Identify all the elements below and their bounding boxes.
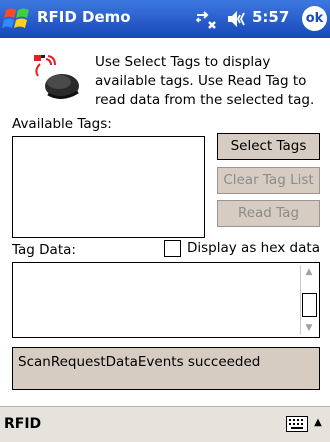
tag-data-textbox[interactable]: ▲ ▼ bbox=[12, 262, 320, 338]
tag-data-label: Tag Data: bbox=[12, 242, 76, 258]
ok-button[interactable]: ok bbox=[302, 6, 327, 31]
rfid-reader-icon bbox=[32, 52, 84, 102]
clock[interactable]: 5:57 bbox=[252, 8, 289, 26]
available-tags-label: Available Tags: bbox=[12, 116, 112, 132]
volume-icon[interactable] bbox=[226, 9, 248, 29]
tag-data-scrollbar[interactable]: ▲ ▼ bbox=[300, 265, 317, 335]
menu-bar-label[interactable]: RFID bbox=[4, 416, 41, 432]
select-tags-button[interactable]: Select Tags bbox=[217, 133, 320, 160]
scroll-down-arrow-icon[interactable]: ▼ bbox=[301, 321, 317, 335]
scroll-up-arrow-icon[interactable]: ▲ bbox=[301, 265, 317, 279]
instructions-text: Use Select Tags to display available tag… bbox=[95, 54, 315, 108]
windows-start-icon[interactable] bbox=[2, 4, 32, 34]
up-arrow-icon[interactable]: ▲ bbox=[312, 417, 324, 431]
read-tag-button[interactable]: Read Tag bbox=[217, 200, 320, 227]
scrollbar-thumb[interactable] bbox=[302, 293, 317, 317]
app-title: RFID Demo bbox=[37, 8, 131, 26]
connectivity-icon[interactable] bbox=[195, 8, 219, 30]
title-bar: RFID Demo 5:57 ok bbox=[0, 0, 330, 38]
available-tags-list[interactable] bbox=[12, 136, 205, 238]
keyboard-icon[interactable] bbox=[286, 416, 308, 432]
clear-tag-list-button[interactable]: Clear Tag List bbox=[217, 167, 320, 194]
status-message: ScanRequestDataEvents succeeded bbox=[12, 347, 320, 390]
menu-bar: RFID ▲ bbox=[0, 406, 330, 442]
hex-data-checkbox[interactable] bbox=[164, 240, 181, 257]
hex-data-checkbox-label[interactable]: Display as hex data bbox=[187, 240, 320, 256]
